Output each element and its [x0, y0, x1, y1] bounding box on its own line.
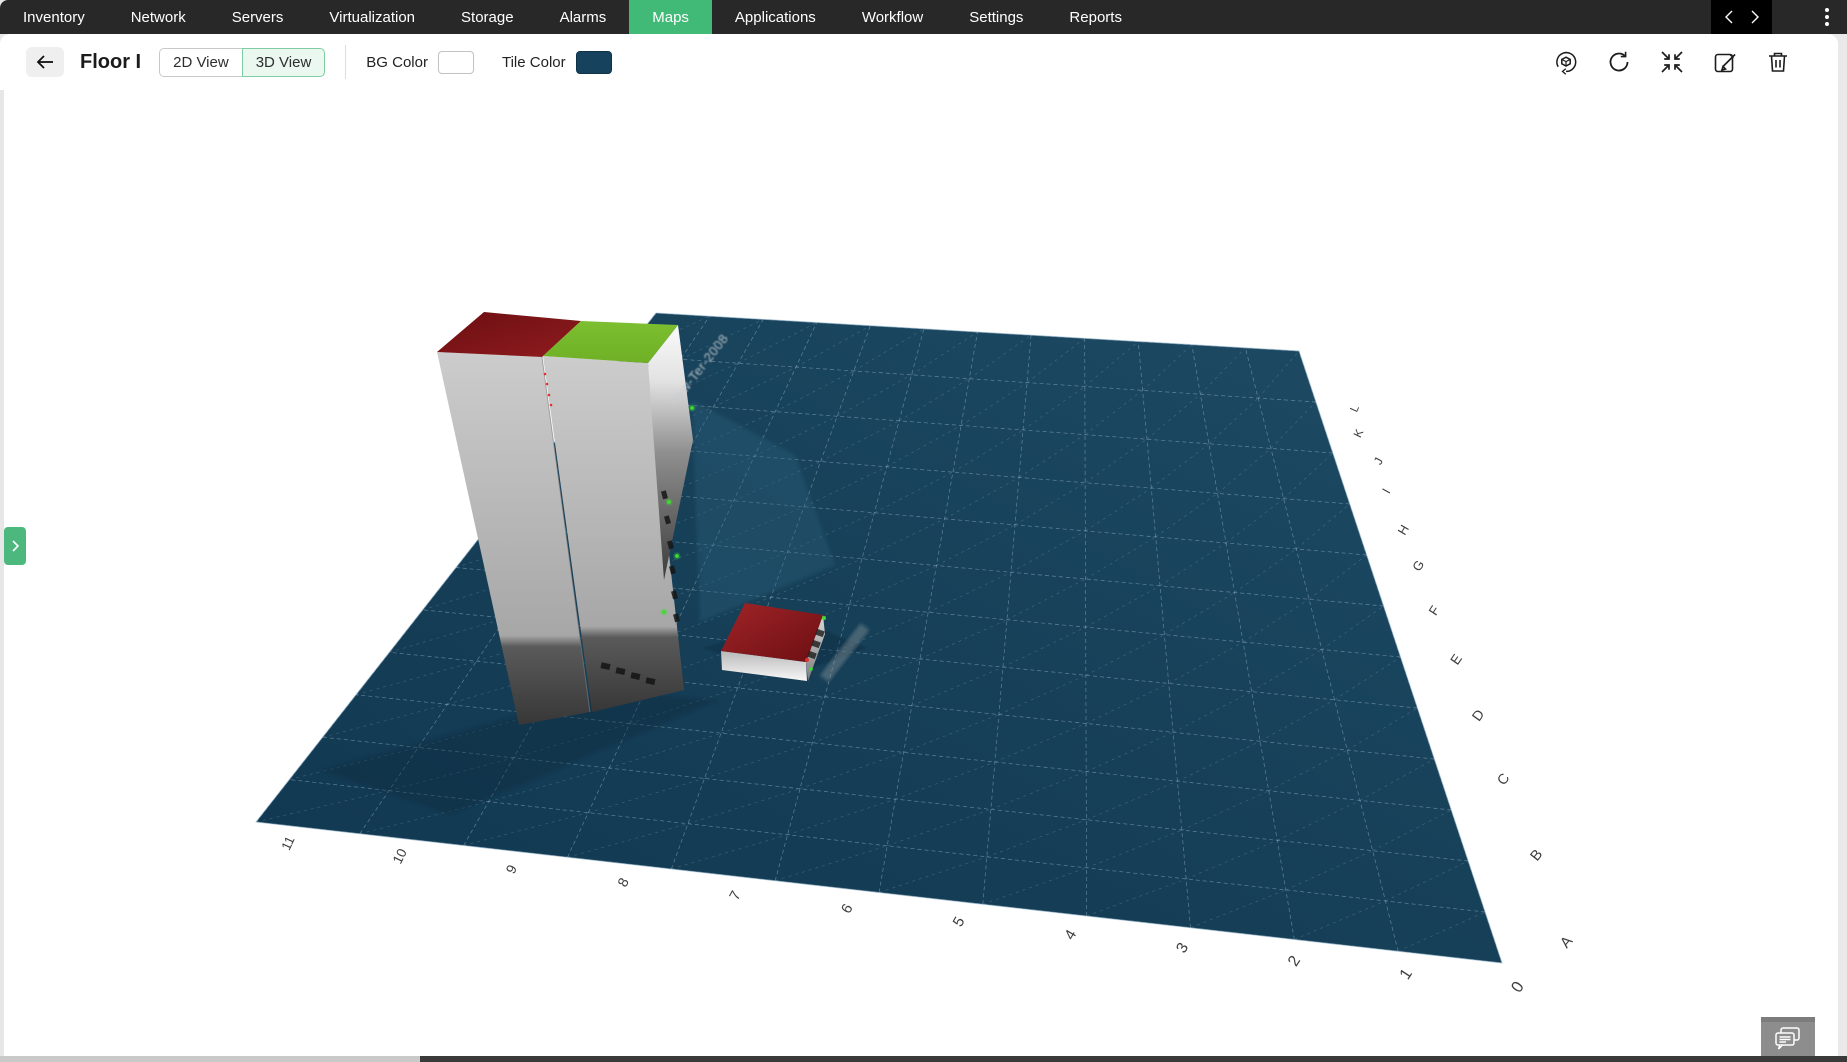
collapse-icon: [1659, 49, 1685, 75]
rotate-3d-icon: [1553, 49, 1579, 75]
chat-icon: [1772, 1026, 1804, 1052]
back-button[interactable]: [26, 47, 64, 77]
toolbar-actions: [1552, 48, 1838, 76]
nav-item-reports[interactable]: Reports: [1046, 0, 1145, 34]
trash-icon: [1766, 50, 1790, 74]
chevron-right-icon: [11, 539, 20, 553]
nav-pager: [1711, 0, 1772, 34]
rotate-3d-button[interactable]: [1552, 48, 1580, 76]
bg-color-swatch[interactable]: [438, 51, 474, 74]
collapse-button[interactable]: [1658, 48, 1686, 76]
nav-item-applications[interactable]: Applications: [712, 0, 839, 34]
refresh-button[interactable]: [1605, 48, 1633, 76]
chevron-left-icon: [1724, 9, 1734, 25]
nav-items: InventoryNetworkServersVirtualizationSto…: [0, 0, 1145, 34]
tile-color-swatch[interactable]: [576, 51, 612, 74]
bottom-bar: [0, 1056, 1847, 1062]
view-2d-button[interactable]: 2D View: [159, 48, 243, 77]
delete-button[interactable]: [1764, 48, 1792, 76]
chevron-right-icon: [1750, 9, 1760, 25]
feedback-chat-button[interactable]: [1761, 1017, 1815, 1056]
view-3d-button[interactable]: 3D View: [242, 48, 326, 77]
nav-item-storage[interactable]: Storage: [438, 0, 537, 34]
top-nav: InventoryNetworkServersVirtualizationSto…: [0, 0, 1847, 34]
nav-item-workflow[interactable]: Workflow: [839, 0, 946, 34]
nav-item-inventory[interactable]: Inventory: [0, 0, 108, 34]
arrow-left-icon: [35, 54, 55, 70]
bg-color-label: BG Color: [366, 54, 428, 71]
refresh-icon: [1607, 50, 1631, 74]
view-toggle: 2D View 3D View: [159, 48, 325, 77]
edit-icon: [1713, 50, 1738, 75]
app-window: InventoryNetworkServersVirtualizationSto…: [0, 0, 1847, 1062]
page-title: Floor I: [80, 51, 141, 74]
sidebar-expand-button[interactable]: [4, 527, 26, 565]
floor-toolbar: Floor I 2D View 3D View BG Color Tile Co…: [0, 34, 1838, 90]
collapsed-sidebar-edge: [0, 90, 4, 1056]
nav-item-maps[interactable]: Maps: [629, 0, 712, 34]
nav-prev-button[interactable]: [1724, 9, 1734, 25]
tile-color-label: Tile Color: [502, 54, 566, 71]
divider: [345, 45, 346, 79]
nav-item-virtualization[interactable]: Virtualization: [306, 0, 438, 34]
nav-next-button[interactable]: [1750, 9, 1760, 25]
nav-item-network[interactable]: Network: [108, 0, 209, 34]
nav-item-settings[interactable]: Settings: [946, 0, 1046, 34]
edit-button[interactable]: [1711, 48, 1739, 76]
nav-item-servers[interactable]: Servers: [209, 0, 307, 34]
kebab-menu-icon[interactable]: [1815, 0, 1839, 34]
nav-item-alarms[interactable]: Alarms: [537, 0, 630, 34]
